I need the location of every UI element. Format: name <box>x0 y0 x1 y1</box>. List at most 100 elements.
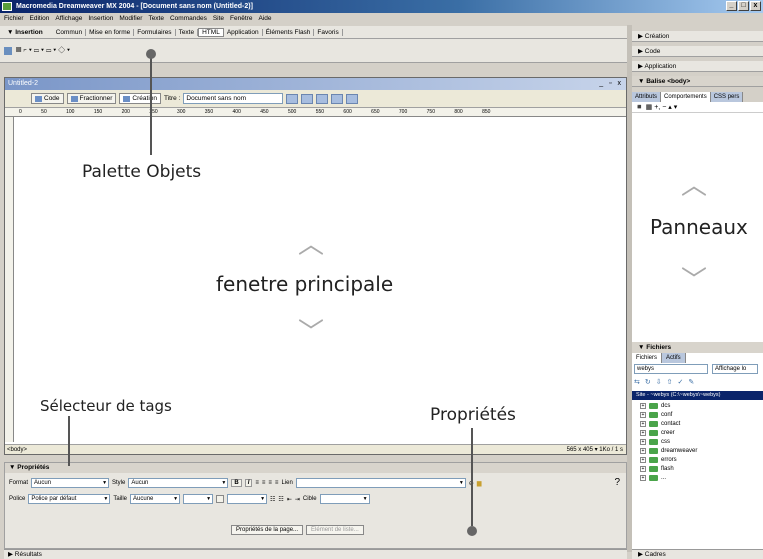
format-select[interactable]: Aucun <box>31 478 110 488</box>
align-left-icon[interactable]: ≡ <box>255 480 259 486</box>
document-controls[interactable]: _ ▫ x <box>599 78 623 90</box>
tree-item[interactable]: + errors <box>640 455 697 464</box>
tree-item[interactable]: + creer <box>640 428 697 437</box>
view-select[interactable]: Affichage lo <box>712 364 758 374</box>
menu-commandes[interactable]: Commandes <box>170 13 207 25</box>
italic-button[interactable]: I <box>244 479 253 487</box>
expand-icon[interactable]: + <box>640 429 646 436</box>
menu-texte[interactable]: Texte <box>148 13 164 25</box>
design-view-button[interactable]: Création <box>119 93 161 104</box>
panel-code[interactable]: ▶ Code <box>632 46 763 57</box>
refresh-icon[interactable] <box>331 93 344 104</box>
expand-icon[interactable]: + <box>640 402 646 409</box>
panel-tag-inspector[interactable]: ▼ Balise <body> <box>632 76 763 87</box>
refresh-icon[interactable]: ↻ <box>645 378 651 386</box>
tree-item[interactable]: + css <box>640 437 697 446</box>
view-options-icon[interactable] <box>346 93 359 104</box>
files-header[interactable]: ▼ Fichiers <box>632 342 763 353</box>
connect-icon[interactable]: ⇆ <box>634 378 640 386</box>
panel-cadres[interactable]: ▶ Cadres <box>632 549 763 559</box>
color-input[interactable] <box>227 494 268 504</box>
tree-item[interactable]: + contact <box>640 419 697 428</box>
bold-button[interactable]: B <box>231 479 242 487</box>
window-size-status[interactable]: 565 x 405 ▾ 1Ko / 1 s <box>567 445 623 455</box>
insert-bar-title[interactable]: ▼ Insertion <box>4 29 53 36</box>
ordered-list-icon[interactable]: ☷ <box>278 496 283 503</box>
font-select[interactable]: Police par défaut <box>28 494 111 504</box>
size-select[interactable]: Aucune <box>130 494 181 504</box>
code-view-button[interactable]: Code <box>31 93 64 104</box>
check-out-icon[interactable]: ✓ <box>678 378 684 386</box>
browse-folder-icon[interactable]: ▆ <box>477 480 482 487</box>
check-in-icon[interactable]: ✎ <box>688 378 694 386</box>
tab-favoris[interactable]: Favoris <box>314 28 343 36</box>
link-input[interactable] <box>295 478 466 488</box>
expand-icon[interactable]: + <box>640 447 646 454</box>
style-select[interactable]: Aucun <box>128 478 229 488</box>
preview-icon[interactable] <box>301 93 314 104</box>
panel-creation[interactable]: ▶ Création <box>632 31 763 42</box>
menu-aide[interactable]: Aide <box>258 13 271 25</box>
tab-actifs[interactable]: Actifs <box>662 353 686 363</box>
tab-application[interactable]: Application <box>224 28 263 36</box>
maximize-button[interactable]: □ <box>738 1 749 11</box>
menu-insertion[interactable]: Insertion <box>88 13 113 25</box>
expand-icon[interactable]: + <box>640 420 646 427</box>
color-swatch[interactable] <box>216 495 225 503</box>
tab-attributs[interactable]: Attributs <box>632 92 662 102</box>
page-properties-button[interactable]: Propriétés de la page... <box>231 525 304 535</box>
results-panel[interactable]: ▶ Résultats <box>4 549 627 559</box>
file-management-icon[interactable] <box>286 93 299 104</box>
split-view-button[interactable]: Fractionner <box>66 93 117 104</box>
align-center-icon[interactable]: ≡ <box>262 480 266 486</box>
site-root[interactable]: Site - ~webys (C:\~webys\~webys) <box>632 391 763 400</box>
tab-commun[interactable]: Commun <box>53 28 87 36</box>
object-palette-icons[interactable]: ▤ ፦ ▾ ▭ ▾ ▭ ▾ ◇ ▾ <box>16 47 70 55</box>
document-tab-label[interactable]: Untitled-2 <box>8 80 38 87</box>
expand-icon[interactable]: + <box>640 474 646 481</box>
menu-site[interactable]: Site <box>213 13 224 25</box>
tab-html[interactable]: HTML <box>198 27 224 37</box>
minimize-button[interactable]: _ <box>726 1 737 11</box>
tree-item[interactable]: + flash <box>640 464 697 473</box>
expand-icon[interactable]: + <box>640 438 646 445</box>
table-icon[interactable] <box>4 46 12 55</box>
indent-icon[interactable]: ⇥ <box>295 496 300 503</box>
expand-icon[interactable]: + <box>640 411 646 418</box>
title-input[interactable] <box>183 93 284 104</box>
menu-fichier[interactable]: Fichier <box>4 13 24 25</box>
target-select[interactable] <box>319 494 370 504</box>
tab-texte[interactable]: Texte <box>176 28 199 36</box>
tab-elements-flash[interactable]: Éléments Flash <box>263 28 315 36</box>
justify-icon[interactable]: ≡ <box>275 480 279 486</box>
unordered-list-icon[interactable]: ☷ <box>270 496 275 503</box>
tree-item[interactable]: +... <box>640 473 697 482</box>
properties-header[interactable]: ▼ Propriétés <box>5 463 626 473</box>
tab-comportements[interactable]: Comportements <box>661 92 711 102</box>
tab-fichiers[interactable]: Fichiers <box>632 353 663 363</box>
menu-affichage[interactable]: Affichage <box>55 13 82 25</box>
size-unit-select[interactable] <box>183 494 214 504</box>
align-right-icon[interactable]: ≡ <box>268 480 272 486</box>
tab-formulaires[interactable]: Formulaires <box>134 28 176 36</box>
panel-application[interactable]: ▶ Application <box>632 61 763 72</box>
expand-icon[interactable]: + <box>640 465 646 472</box>
site-select[interactable]: webys <box>634 364 708 374</box>
put-icon[interactable]: ⇧ <box>667 378 673 386</box>
menu-fenetre[interactable]: Fenêtre <box>230 13 252 25</box>
get-icon[interactable]: ⇩ <box>656 378 662 386</box>
outdent-icon[interactable]: ⇤ <box>287 496 292 503</box>
tree-item[interactable]: + dcs <box>640 401 697 410</box>
help-icon[interactable]: ? <box>614 477 620 488</box>
tree-item[interactable]: + conf <box>640 410 697 419</box>
tree-item[interactable]: + dreamweaver <box>640 446 697 455</box>
debug-icon[interactable] <box>316 93 329 104</box>
behaviors-tools[interactable]: ◾ ▦ +, − ▴ ▾ <box>635 103 677 111</box>
menu-modifier[interactable]: Modifier <box>119 13 142 25</box>
tag-selector[interactable]: <body> <box>7 447 27 453</box>
tab-css[interactable]: CSS pers <box>710 92 744 102</box>
menu-edition[interactable]: Edition <box>30 13 50 25</box>
tab-mise-en-forme[interactable]: Mise en forme <box>86 28 135 36</box>
close-button[interactable]: x <box>750 1 761 11</box>
expand-icon[interactable]: + <box>640 456 646 463</box>
